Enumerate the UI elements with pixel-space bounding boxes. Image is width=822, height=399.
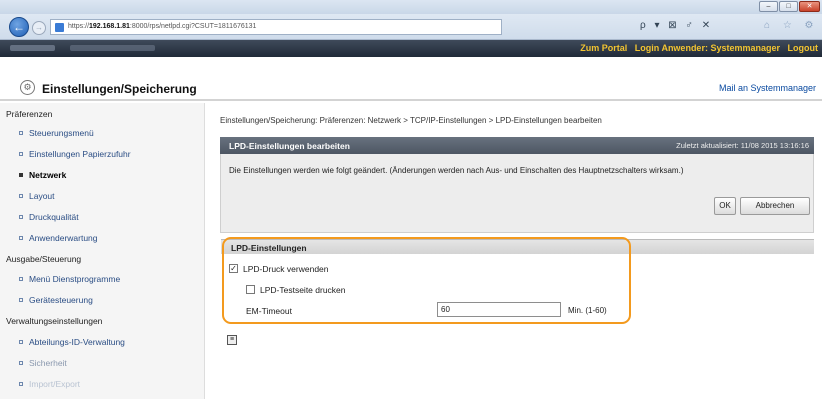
page-title-bar: ⚙ Einstellungen/Speicherung Mail an Syst… bbox=[0, 57, 822, 101]
address-controls[interactable]: ρ ▾ ⊠ ♂ ✕ bbox=[640, 20, 713, 31]
sidebar-item-security[interactable]: Sicherheit bbox=[19, 358, 67, 368]
login-user: Login Anwender: Systemmanager bbox=[634, 43, 780, 53]
sidebar-item-print-quality[interactable]: Druckqualität bbox=[19, 212, 79, 222]
change-notice: Die Einstellungen werden wie folgt geänd… bbox=[229, 166, 684, 175]
sidebar-group-preferences: Präferenzen bbox=[6, 109, 53, 119]
sidebar-item-user-maintenance[interactable]: Anwenderwartung bbox=[19, 233, 98, 243]
mail-to-manager-link[interactable]: Mail an Systemmanager bbox=[719, 83, 816, 93]
settings-section-header: LPD-Einstellungen bbox=[221, 239, 814, 254]
page-title: Einstellungen/Speicherung bbox=[42, 82, 197, 96]
sidebar-item-layout[interactable]: Layout bbox=[19, 191, 55, 201]
sidebar-item-paper-source[interactable]: Einstellungen Papierzufuhr bbox=[19, 149, 131, 159]
address-row: ← → https://192.168.1.81:8000/rps/netlpd… bbox=[0, 14, 822, 40]
print-banner-checkbox[interactable] bbox=[246, 285, 255, 294]
edit-panel-header: LPD-Einstellungen bearbeiten Zuletzt akt… bbox=[220, 137, 814, 154]
home-star-gear-icons[interactable]: ⌂ ☆ ⚙ bbox=[764, 20, 819, 31]
last-updated-text: Zuletzt aktualisiert: 11/08 2015 13:16:1… bbox=[676, 141, 809, 150]
minimize-icon[interactable]: – bbox=[759, 1, 778, 12]
device-model bbox=[70, 45, 155, 51]
use-lpd-label: LPD-Druck verwenden bbox=[243, 264, 329, 274]
back-arrow-icon[interactable]: ← bbox=[9, 17, 29, 37]
sidebar: Präferenzen Steuerungsmenü Einstellungen… bbox=[0, 103, 205, 399]
address-bar[interactable]: https://192.168.1.81:8000/rps/netlpd.cgi… bbox=[50, 19, 502, 35]
maximize-icon[interactable]: □ bbox=[779, 1, 798, 12]
sidebar-item-device-control[interactable]: Gerätesteuerung bbox=[19, 295, 93, 305]
timeout-input[interactable]: 60 bbox=[437, 302, 561, 317]
sidebar-item-utilities-menu[interactable]: Menü Dienstprogramme bbox=[19, 274, 120, 284]
settings-gear-icon: ⚙ bbox=[20, 80, 35, 95]
sidebar-item-control-menu[interactable]: Steuerungsmenü bbox=[19, 128, 94, 138]
ok-button[interactable]: OK bbox=[714, 197, 736, 215]
edit-panel-title: LPD-Einstellungen bearbeiten bbox=[229, 141, 350, 151]
breadcrumb: Einstellungen/Speicherung: Präferenzen: … bbox=[220, 116, 602, 125]
forward-arrow-icon[interactable]: → bbox=[32, 21, 46, 35]
header-links: Zum Portal Login Anwender: Systemmanager… bbox=[575, 43, 818, 53]
timeout-unit-hint: Min. (1-60) bbox=[568, 306, 607, 315]
sidebar-item-network[interactable]: Netzwerk bbox=[19, 170, 66, 180]
window-titlebar: – □ ✕ bbox=[0, 0, 822, 14]
portal-link[interactable]: Zum Portal bbox=[580, 43, 627, 53]
sidebar-group-output-control: Ausgabe/Steuerung bbox=[6, 254, 82, 264]
device-header: Zum Portal Login Anwender: Systemmanager… bbox=[0, 40, 822, 57]
sidebar-item-import-export[interactable]: Import/Export bbox=[19, 379, 80, 389]
page-top-icon[interactable]: ≡ bbox=[227, 335, 237, 345]
timeout-label: EM-Timeout bbox=[246, 306, 292, 316]
use-lpd-checkbox[interactable]: ✓ bbox=[229, 264, 238, 273]
close-icon[interactable]: ✕ bbox=[799, 1, 820, 12]
sidebar-item-department-id[interactable]: Abteilungs-ID-Verwaltung bbox=[19, 337, 125, 347]
browser-tab-area bbox=[506, 19, 634, 35]
url-text: https://192.168.1.81:8000/rps/netlpd.cgi… bbox=[68, 23, 257, 30]
sidebar-group-management: Verwaltungseinstellungen bbox=[6, 316, 103, 326]
settings-section-title: LPD-Einstellungen bbox=[231, 243, 307, 253]
device-name bbox=[10, 45, 55, 51]
logout-link[interactable]: Logout bbox=[788, 43, 819, 53]
print-banner-label: LPD-Testseite drucken bbox=[260, 285, 346, 295]
site-icon bbox=[55, 23, 64, 32]
edit-panel-body: Die Einstellungen werden wie folgt geänd… bbox=[220, 154, 814, 233]
cancel-button[interactable]: Abbrechen bbox=[740, 197, 810, 215]
